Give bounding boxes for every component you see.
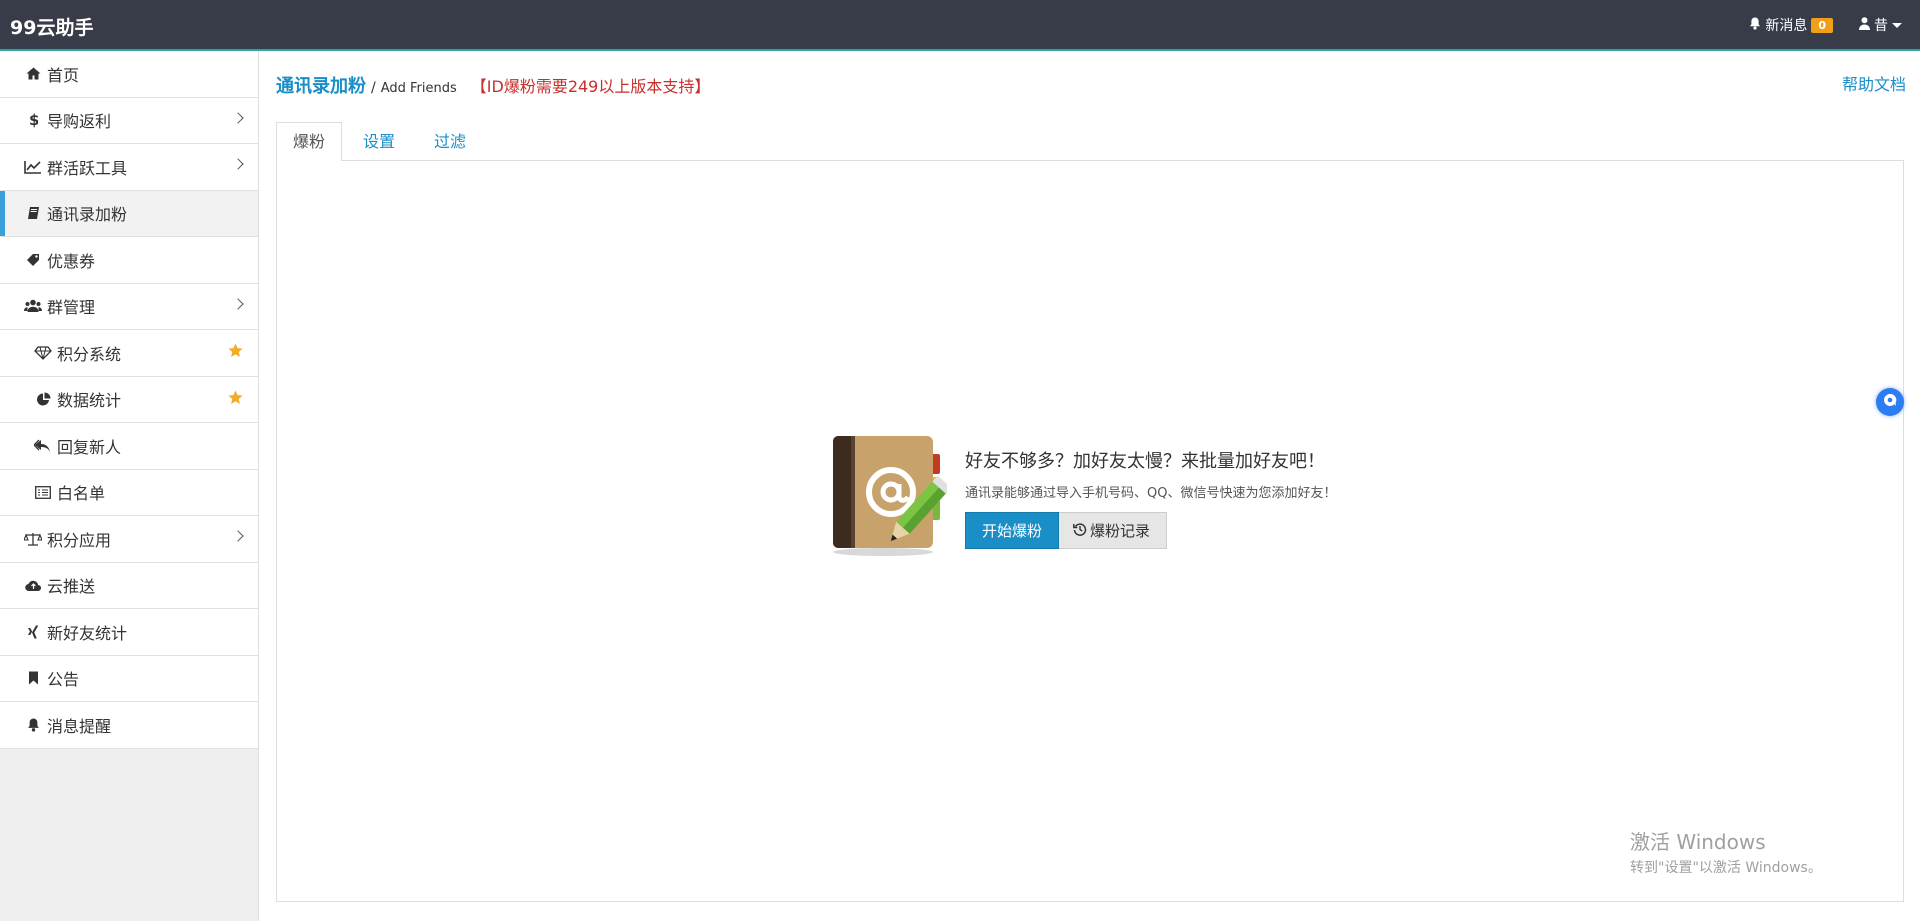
sidebar-item-new-friend-stats[interactable]: 新好友统计 bbox=[0, 609, 258, 656]
bookmark-icon bbox=[24, 670, 42, 686]
sidebar-item-shopping-rebate[interactable]: $ 导购返利 bbox=[0, 98, 258, 144]
sidebar-item-data-statistics[interactable]: 数据统计 bbox=[0, 377, 258, 423]
sidebar-item-label: 新好友统计 bbox=[47, 623, 128, 643]
address-book-icon bbox=[827, 432, 952, 560]
user-menu[interactable]: 昔 bbox=[1859, 15, 1902, 35]
sidebar-item-group-management[interactable]: 群管理 bbox=[0, 284, 258, 330]
start-add-fans-button[interactable]: 开始爆粉 bbox=[965, 512, 1060, 549]
sidebar-item-label: 积分应用 bbox=[47, 530, 112, 550]
tab-bar: 爆粉 设置 过滤 bbox=[276, 122, 1904, 162]
floating-chat-button[interactable] bbox=[1876, 388, 1904, 416]
windows-activation-watermark: 激活 Windows 转到"设置"以激活 Windows。 bbox=[1630, 826, 1822, 877]
tab-add-fans[interactable]: 爆粉 bbox=[276, 122, 343, 162]
user-name: 昔 bbox=[1874, 18, 1888, 34]
brand-logo[interactable]: 99云助手 bbox=[10, 13, 93, 40]
diamond-icon bbox=[34, 345, 52, 361]
page-title: 通讯录加粉 bbox=[276, 76, 366, 97]
hero-button-group: 开始爆粉 爆粉记录 bbox=[965, 512, 1336, 549]
bell-icon bbox=[24, 717, 42, 733]
chevron-right-icon bbox=[232, 530, 244, 542]
sidebar-item-label: 云推送 bbox=[47, 577, 96, 597]
sidebar-item-coupons[interactable]: 优惠券 bbox=[0, 237, 258, 284]
home-icon bbox=[24, 66, 42, 82]
sidebar-item-message-reminder[interactable]: 消息提醒 bbox=[0, 702, 258, 749]
sidebar-item-whitelist[interactable]: 白名单 bbox=[0, 470, 258, 516]
sidebar-item-points-system[interactable]: 积分系统 bbox=[0, 330, 258, 377]
caret-down-icon bbox=[1892, 22, 1902, 28]
tab-filter[interactable]: 过滤 bbox=[418, 122, 482, 162]
add-fans-history-button[interactable]: 爆粉记录 bbox=[1059, 512, 1168, 549]
main-content: 通讯录加粉 / Add Friends 【ID爆粉需要249以上版本支持】 帮助… bbox=[276, 51, 1906, 921]
messages-count-badge: 0 bbox=[1811, 17, 1833, 33]
chat-bubble-icon bbox=[1882, 392, 1898, 412]
sidebar-item-contacts-add-fans[interactable]: 通讯录加粉 bbox=[0, 190, 258, 237]
sidebar-item-home[interactable]: 首页 bbox=[0, 51, 258, 98]
top-navbar: 99云助手 新消息 0 昔 bbox=[0, 0, 1920, 51]
hero-title: 好友不够多？加好友太慢？来批量加好友吧！ bbox=[965, 451, 1325, 472]
sidebar-item-label: 群管理 bbox=[47, 298, 96, 318]
sidebar-item-label: 公告 bbox=[47, 670, 80, 690]
pie-chart-icon bbox=[34, 391, 52, 407]
sidebar-item-label: 优惠券 bbox=[47, 251, 96, 271]
tag-icon bbox=[24, 252, 42, 268]
page-header: 通讯录加粉 / Add Friends 【ID爆粉需要249以上版本支持】 bbox=[276, 72, 710, 98]
chevron-right-icon bbox=[232, 111, 244, 124]
reply-all-icon bbox=[34, 438, 52, 454]
sidebar-item-label: 数据统计 bbox=[57, 391, 122, 411]
xing-icon bbox=[24, 624, 42, 640]
cloud-upload-icon bbox=[24, 577, 42, 593]
tab-panel: 好友不够多？加好友太慢？来批量加好友吧！ 通讯录能够通过导入手机号码、QQ、微信… bbox=[276, 161, 1904, 902]
sidebar-item-label: 通讯录加粉 bbox=[47, 205, 128, 225]
watermark-line1: 激活 Windows bbox=[1630, 830, 1766, 854]
user-icon bbox=[1859, 16, 1874, 34]
messages-label: 新消息 bbox=[1765, 18, 1808, 34]
top-right-menu: 新消息 0 昔 bbox=[1749, 15, 1902, 35]
svg-text:$: $ bbox=[29, 112, 38, 128]
page-subtitle: Add Friends bbox=[380, 81, 457, 96]
sidebar-item-points-apps[interactable]: 积分应用 bbox=[0, 516, 258, 563]
tab-settings[interactable]: 设置 bbox=[347, 122, 411, 162]
sidebar-item-label: 积分系统 bbox=[57, 344, 122, 364]
sidebar-item-group-activity-tools[interactable]: 群活跃工具 bbox=[0, 144, 258, 191]
empty-state: 好友不够多？加好友太慢？来批量加好友吧！ 通讯录能够通过导入手机号码、QQ、微信… bbox=[827, 432, 1387, 562]
sidebar-item-label: 首页 bbox=[47, 65, 80, 85]
version-notice: 【ID爆粉需要249以上版本支持】 bbox=[470, 77, 711, 96]
book-icon bbox=[24, 205, 42, 221]
sidebar-item-reply-newcomers[interactable]: 回复新人 bbox=[0, 423, 258, 470]
sidebar-item-label: 群活跃工具 bbox=[47, 158, 128, 178]
sidebar-item-label: 白名单 bbox=[57, 484, 106, 504]
balance-scale-icon bbox=[24, 531, 42, 547]
sidebar-item-label: 导购返利 bbox=[47, 112, 112, 132]
star-icon bbox=[228, 343, 243, 362]
star-icon bbox=[228, 390, 243, 409]
hero-description: 通讯录能够通过导入手机号码、QQ、微信号快速为您添加好友！ bbox=[965, 486, 1337, 501]
users-icon bbox=[24, 298, 42, 314]
chevron-right-icon bbox=[232, 297, 244, 310]
sidebar-item-label: 消息提醒 bbox=[47, 716, 112, 736]
bell-icon bbox=[1749, 17, 1765, 34]
list-icon bbox=[34, 484, 52, 500]
sidebar-item-label: 回复新人 bbox=[57, 437, 122, 457]
dollar-icon: $ bbox=[24, 112, 42, 128]
chevron-right-icon bbox=[232, 158, 244, 170]
sidebar-item-announcements[interactable]: 公告 bbox=[0, 656, 258, 702]
title-separator: / bbox=[371, 80, 376, 96]
messages-button[interactable]: 新消息 0 bbox=[1749, 15, 1833, 35]
sidebar-menu: 首页 $ 导购返利 群活跃工具 通讯录加粉 优惠券 群管理 积分系统 数据统计 … bbox=[0, 51, 258, 749]
sidebar: 首页 $ 导购返利 群活跃工具 通讯录加粉 优惠券 群管理 积分系统 数据统计 … bbox=[0, 51, 259, 921]
history-icon bbox=[1073, 522, 1090, 540]
help-docs-link[interactable]: 帮助文档 bbox=[1842, 71, 1906, 95]
empty-state-text: 好友不够多？加好友太慢？来批量加好友吧！ 通讯录能够通过导入手机号码、QQ、微信… bbox=[965, 447, 1336, 549]
sidebar-item-cloud-push[interactable]: 云推送 bbox=[0, 563, 258, 609]
add-fans-history-label: 爆粉记录 bbox=[1090, 522, 1151, 540]
watermark-line2: 转到"设置"以激活 Windows。 bbox=[1630, 860, 1822, 876]
line-chart-icon bbox=[24, 159, 42, 175]
